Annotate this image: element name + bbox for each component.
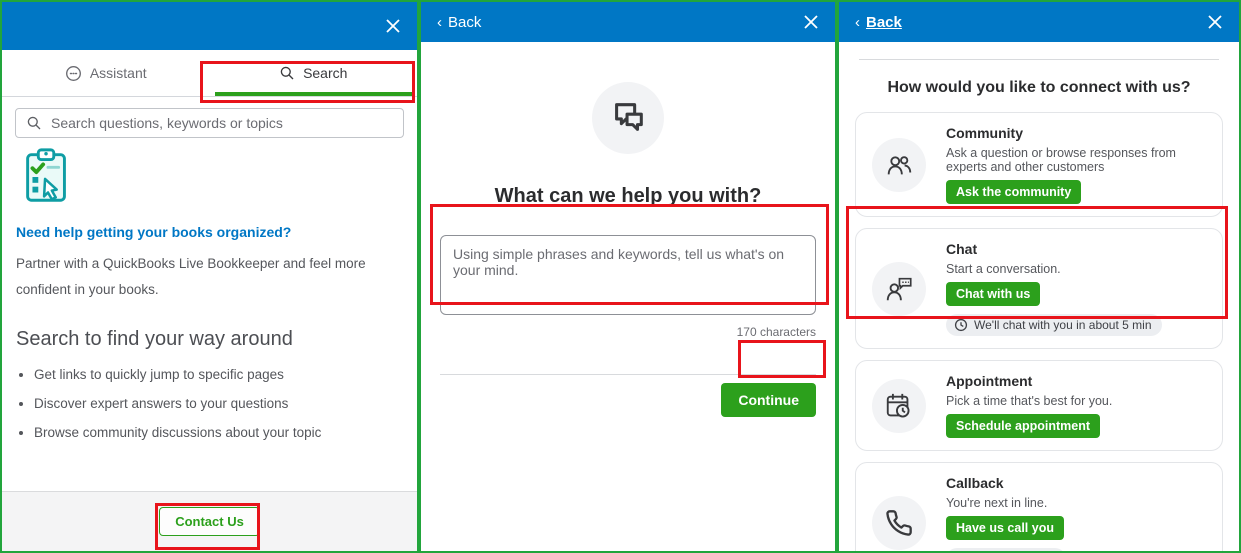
left-panel-content: Need help getting your books organized? … [2, 138, 417, 491]
chat-bubbles-icon [607, 99, 649, 137]
chat-card[interactable]: Chat Start a conversation. Chat with us … [855, 228, 1223, 349]
middle-panel-header: ‹ Back [421, 2, 835, 42]
back-label: Back [448, 13, 482, 31]
appointment-card-content: Appointment Pick a time that's best for … [946, 373, 1112, 438]
chevron-left-icon: ‹ [855, 13, 860, 31]
tab-search[interactable]: Search [210, 50, 418, 96]
ask-question-panel: ‹ Back What can we help you with? 170 ch… [421, 2, 835, 551]
card-title: Chat [946, 241, 978, 257]
chat-wait-time: We'll chat with you in about 5 min [946, 314, 1162, 336]
chat-card-content: Chat Start a conversation. Chat with us … [946, 241, 1162, 336]
middle-panel-body: What can we help you with? 170 character… [421, 42, 835, 551]
search-icon [279, 65, 295, 81]
appointment-card[interactable]: Appointment Pick a time that's best for … [855, 360, 1223, 451]
callback-badge [872, 495, 926, 550]
community-card[interactable]: Community Ask a question or browse respo… [855, 112, 1223, 217]
list-item: Discover expert answers to your question… [34, 396, 403, 411]
search-panel: Assistant Search Search questions, keywo… [2, 2, 417, 551]
back-button[interactable]: ‹ Back [437, 14, 481, 31]
appointment-badge [872, 378, 926, 433]
list-item: Browse community discussions about your … [34, 425, 403, 440]
chat-person-icon [884, 274, 914, 304]
search-input[interactable] [51, 115, 393, 131]
left-panel-header [2, 2, 417, 50]
card-title: Community [946, 125, 1023, 141]
back-button[interactable]: ‹ Back [855, 14, 902, 31]
card-title: Appointment [946, 373, 1033, 389]
callback-wait-time: Wait time 5 min [946, 548, 1067, 551]
list-item: Get links to quickly jump to specific pa… [34, 367, 403, 382]
tab-assistant-label: Assistant [89, 65, 147, 81]
callback-card-content: Callback You're next in line. Have us ca… [946, 475, 1067, 551]
chat-bubbles-badge [592, 82, 664, 154]
connect-options-panel: ‹ Back How would you like to connect wit… [839, 2, 1239, 551]
close-icon[interactable] [385, 18, 401, 34]
wait-time-label: We'll chat with you in about 5 min [974, 318, 1152, 332]
ask-community-button[interactable]: Ask the community [946, 180, 1082, 204]
question-textarea-wrap: 170 characters [440, 235, 816, 339]
question-textarea[interactable] [440, 235, 816, 315]
continue-row: Continue [440, 383, 816, 417]
back-label: Back [866, 13, 902, 31]
tab-assistant[interactable]: Assistant [2, 50, 210, 96]
bookkeeping-clipboard-icon [16, 146, 403, 208]
help-tabs: Assistant Search [2, 50, 417, 97]
bookkeeper-promo-link[interactable]: Need help getting your books organized? [16, 224, 291, 240]
right-panel-header: ‹ Back [839, 2, 1239, 42]
close-icon[interactable] [1207, 14, 1223, 30]
card-description: Start a conversation. [946, 262, 1061, 276]
bookkeeper-promo-body: Partner with a QuickBooks Live Bookkeepe… [16, 256, 366, 298]
divider [440, 374, 816, 375]
contact-us-button[interactable]: Contact Us [159, 507, 260, 536]
connect-heading: How would you like to connect with us? [887, 79, 1191, 96]
community-icon [884, 150, 914, 180]
divider [859, 59, 1219, 60]
callback-card[interactable]: Callback You're next in line. Have us ca… [855, 462, 1223, 551]
character-counter: 170 characters [736, 325, 816, 339]
search-benefits-list: Get links to quickly jump to specific pa… [34, 367, 403, 440]
search-icon [26, 115, 42, 131]
left-panel-footer: Contact Us [2, 491, 417, 551]
search-field-wrap [15, 108, 404, 138]
community-badge [872, 137, 926, 192]
card-description: Ask a question or browse responses from … [946, 146, 1176, 174]
card-description: You're next in line. [946, 496, 1048, 510]
clock-icon [954, 318, 968, 332]
connect-cards: Community Ask a question or browse respo… [855, 112, 1223, 551]
have-us-call-you-button[interactable]: Have us call you [946, 516, 1064, 540]
chat-with-us-button[interactable]: Chat with us [946, 282, 1041, 306]
card-description: Pick a time that's best for you. [946, 394, 1113, 408]
chat-badge [872, 261, 926, 316]
schedule-appointment-button[interactable]: Schedule appointment [946, 414, 1101, 438]
tab-search-label: Search [303, 65, 348, 81]
question-heading: What can we help you with? [494, 185, 762, 207]
appointment-calendar-icon [884, 391, 914, 421]
card-title: Callback [946, 475, 1004, 491]
close-icon[interactable] [803, 14, 819, 30]
chevron-left-icon: ‹ [437, 13, 442, 31]
help-widget: Assistant Search Search questions, keywo… [0, 0, 1241, 553]
phone-icon [885, 509, 913, 537]
assistant-icon [65, 65, 82, 82]
right-panel-body: How would you like to connect with us? C… [839, 42, 1239, 551]
community-card-content: Community Ask a question or browse respo… [946, 125, 1206, 204]
search-section-heading: Search to find your way around [16, 327, 293, 350]
continue-button[interactable]: Continue [721, 383, 816, 417]
